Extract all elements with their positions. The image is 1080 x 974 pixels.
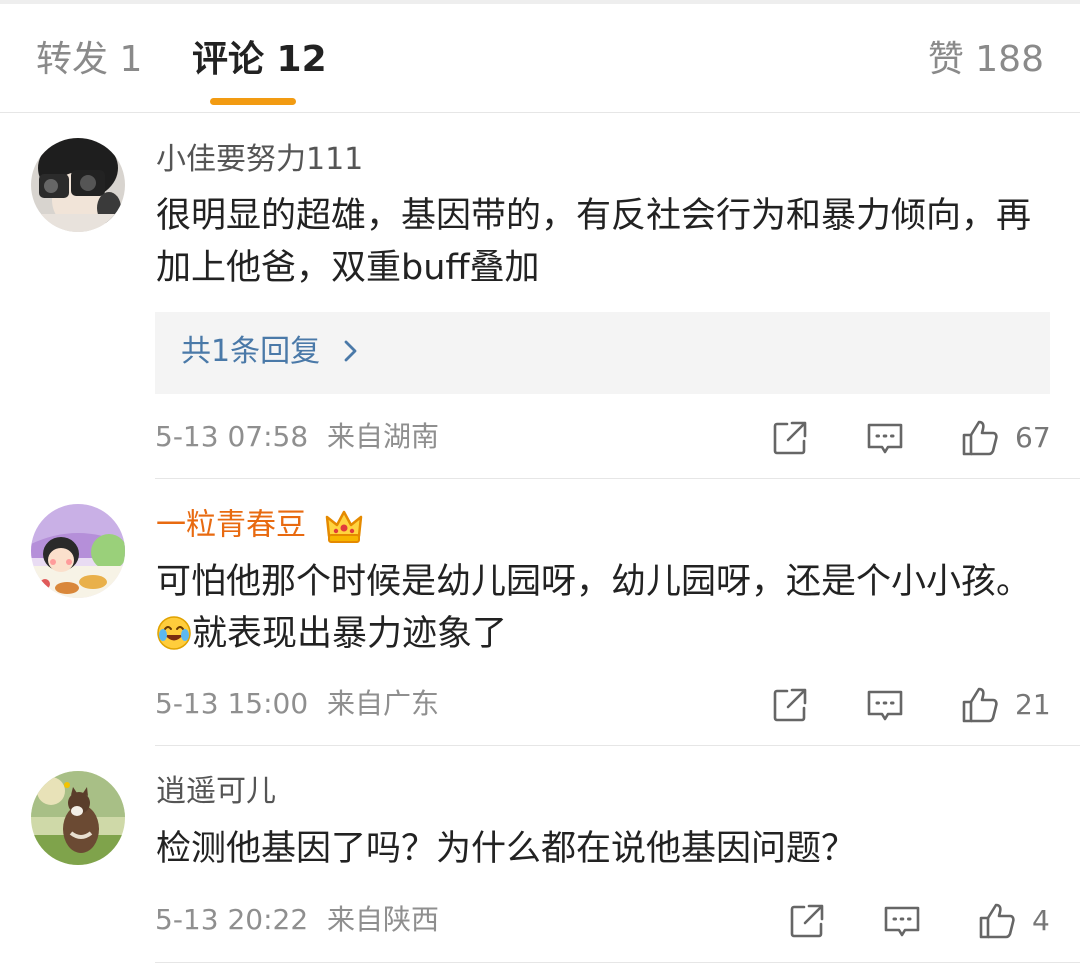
tab-bar: 转发 1 评论 12 赞 188 <box>0 4 1080 113</box>
like-icon[interactable] <box>977 901 1017 941</box>
comment-icon[interactable] <box>882 901 922 941</box>
username-label: 一粒青春豆 <box>156 507 306 543</box>
like-count: 67 <box>1015 421 1051 454</box>
tab-likes[interactable]: 赞 188 <box>928 38 1044 82</box>
comment-time: 5-13 20:22 <box>155 903 309 936</box>
comment-meta: 5-13 15:00 来自广东 <box>155 686 439 722</box>
comment-icon[interactable] <box>865 418 905 458</box>
username[interactable]: 小佳要努力111 <box>156 141 363 179</box>
comment-time: 5-13 15:00 <box>155 687 309 720</box>
comment-meta: 5-13 20:22 来自陕西 <box>155 902 439 938</box>
comment-text: 可怕他那个时候是幼儿园呀，幼儿园呀，还是个小小孩。 就表现出暴力迹象了 <box>156 556 1046 660</box>
like-count: 4 <box>1032 904 1050 937</box>
comment-text: 检测他基因了吗？为什么都在说他基因问题？ <box>156 829 857 869</box>
tab-comment[interactable]: 评论 12 <box>192 38 327 82</box>
divider <box>155 478 1080 479</box>
comment-text: 很明显的超雄，基因带的，有反社会行为和暴力倾向，再加上他爸，双重buff叠加 <box>156 196 1032 288</box>
avatar-image <box>31 138 125 232</box>
laugh-cry-emoji <box>157 616 191 650</box>
like-count: 21 <box>1015 688 1051 721</box>
comment-time: 5-13 07:58 <box>155 420 309 453</box>
like-icon[interactable] <box>960 685 1000 725</box>
comment-meta: 5-13 07:58 来自湖南 <box>155 419 439 455</box>
tab-repost[interactable]: 转发 1 <box>36 38 142 82</box>
reply-summary-box[interactable]: 共1条回复 <box>155 312 1050 394</box>
avatar[interactable] <box>31 504 125 598</box>
avatar-image <box>31 504 125 598</box>
comment-text-part: 就表现出暴力迹象了 <box>192 614 508 654</box>
comment-item: 小佳要努力111 很明显的超雄，基因带的，有反社会行为和暴力倾向，再加上他爸，双… <box>0 113 1080 479</box>
share-icon[interactable] <box>787 901 827 941</box>
share-icon[interactable] <box>770 418 810 458</box>
reply-summary-label: 共1条回复 <box>181 334 321 369</box>
comment-icon[interactable] <box>865 685 905 725</box>
divider <box>155 745 1080 746</box>
avatar[interactable] <box>31 138 125 232</box>
comment-item: 一粒青春豆 可怕他那个时候是幼儿园呀，幼儿园呀，还是个小小孩。 就表现出暴力迹象… <box>0 480 1080 746</box>
active-tab-indicator <box>210 98 296 105</box>
avatar[interactable] <box>31 771 125 865</box>
comment-item: 逍遥可儿 检测他基因了吗？为什么都在说他基因问题？ 5-13 20:22 来自陕… <box>0 747 1080 974</box>
share-icon[interactable] <box>770 685 810 725</box>
crown-icon <box>325 510 362 543</box>
comment-location: 来自广东 <box>327 687 440 720</box>
comment-location: 来自湖南 <box>327 420 440 453</box>
comment-location: 来自陕西 <box>327 903 440 936</box>
like-icon[interactable] <box>960 418 1000 458</box>
divider <box>155 962 1080 963</box>
avatar-image <box>31 771 125 865</box>
comment-text-part: 可怕他那个时候是幼儿园呀，幼儿园呀，还是个小小孩。 <box>156 562 1032 602</box>
chevron-right-icon <box>344 340 357 362</box>
username[interactable]: 逍遥可儿 <box>156 773 276 811</box>
username[interactable]: 一粒青春豆 <box>156 506 364 546</box>
